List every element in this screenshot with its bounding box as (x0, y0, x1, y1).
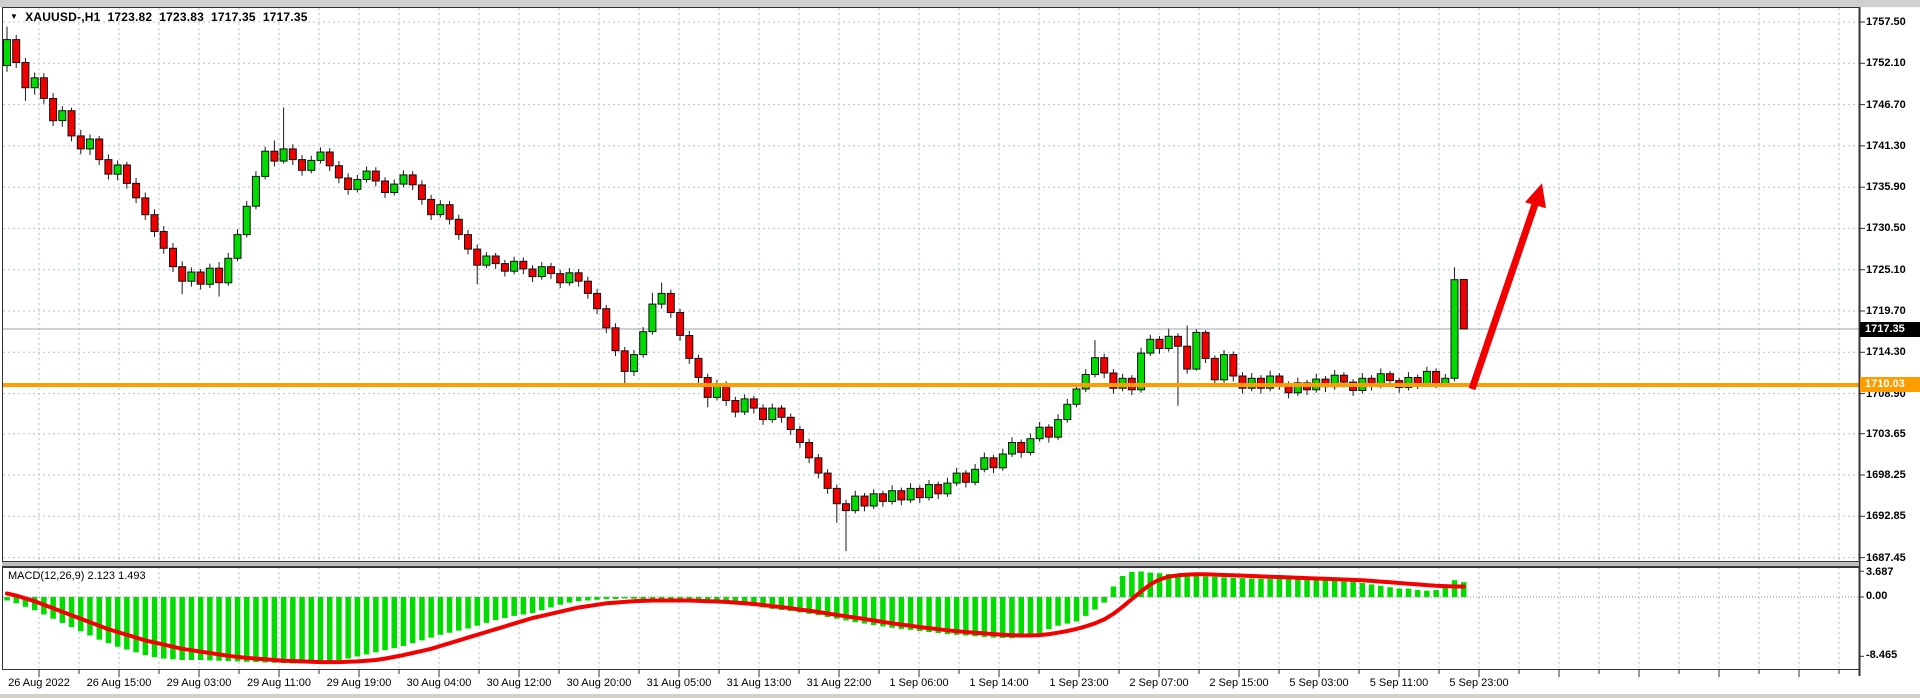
symbol-dropdown-icon[interactable]: ▼ (10, 12, 18, 22)
macd-axis-top: 3.687 (1866, 566, 1894, 578)
ohlc-high: 1723.83 (159, 10, 204, 24)
current-price-tag: 1717.35 (1860, 322, 1920, 337)
macd-axis-bottom: -8.465 (1866, 649, 1897, 661)
macd-name: MACD(12,26,9) (8, 570, 84, 582)
price-tick-label: 1725.10 (1866, 263, 1906, 277)
price-tick-label: 1687.45 (1866, 551, 1906, 565)
price-tick-label: 1752.10 (1866, 56, 1906, 70)
panel-borders (2, 7, 1865, 677)
ohlc-open: 1723.82 (107, 10, 152, 24)
price-tick-label: 1714.30 (1866, 345, 1906, 359)
price-tick-label: 1703.65 (1866, 427, 1906, 441)
trend-arrow[interactable] (1472, 183, 1546, 389)
ohlc-close: 1717.35 (263, 10, 308, 24)
macd-axis-zero: 0.00 (1866, 590, 1887, 602)
ohlc-low: 1717.35 (211, 10, 256, 24)
candlestick-series (4, 27, 1468, 552)
orange-line-price-tag: 1710.03 (1860, 377, 1920, 392)
price-tick-label: 1730.50 (1866, 221, 1906, 235)
grid-horizontal (3, 22, 1859, 558)
price-tick-label: 1746.70 (1866, 98, 1906, 112)
panel-splitter[interactable] (2, 561, 1859, 567)
price-tick-label: 1692.85 (1866, 509, 1906, 523)
mt4-chart-window: ▼ XAUUSD-,H1 1723.82 1723.83 1717.35 171… (0, 0, 1920, 698)
macd-histogram (4, 572, 1466, 664)
chart-canvas[interactable] (0, 0, 1920, 698)
time-tick-label: 5 Sep 23:00 (1424, 677, 1534, 689)
price-tick-label: 1719.70 (1866, 304, 1906, 318)
grid-vertical (39, 8, 1839, 668)
chart-title: ▼ XAUUSD-,H1 1723.82 1723.83 1717.35 171… (10, 10, 308, 24)
price-tick-label: 1735.90 (1866, 180, 1906, 194)
time-axis[interactable]: 26 Aug 202226 Aug 15:0029 Aug 03:0029 Au… (0, 670, 1859, 694)
symbol-period-label: XAUUSD-,H1 (25, 10, 100, 24)
macd-value: 2.123 (87, 570, 115, 582)
macd-indicator-label: MACD(12,26,9) 2.123 1.493 (8, 570, 146, 582)
price-tick-label: 1757.50 (1866, 15, 1906, 29)
price-tick-label: 1741.30 (1866, 139, 1906, 153)
macd-signal-value: 1.493 (118, 570, 146, 582)
price-tick-label: 1698.25 (1866, 468, 1906, 482)
